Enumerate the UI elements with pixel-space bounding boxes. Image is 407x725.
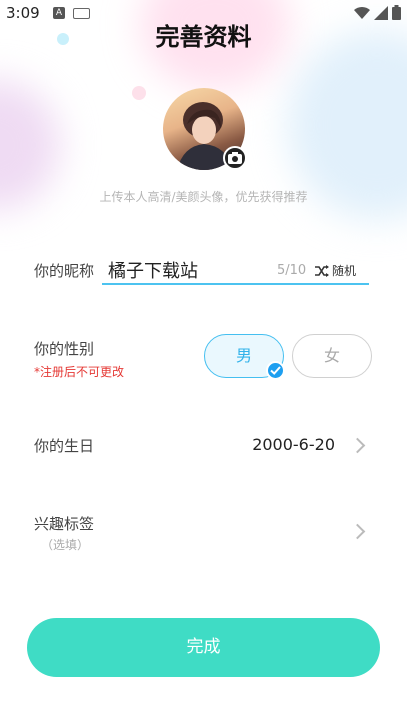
avatar-hint: 上传本人高清/美颜头像，优先获得推荐 [99,190,308,204]
gender-label: 你的性别 [34,340,95,358]
nickname-label: 你的昵称 [34,262,95,280]
shuffle-icon [315,264,329,277]
random-nickname-button[interactable]: 随机 [315,262,356,279]
avatar-upload[interactable] [163,88,247,170]
gender-female-button[interactable]: 女 [292,334,372,378]
birthday-label: 你的生日 [34,437,95,455]
done-button[interactable]: 完成 [27,618,380,677]
random-label: 随机 [332,264,357,278]
nickname-count: 5/10 [277,263,307,278]
camera-icon[interactable] [223,146,247,170]
nickname-underline [102,283,369,285]
page-title: 完善资料 [155,23,252,51]
birthday-value[interactable]: 2000-6-20 [252,435,335,454]
check-icon [266,361,285,380]
gender-note: *注册后不可更改 [34,365,125,379]
tags-optional-note: （选填） [41,538,90,552]
nickname-input[interactable]: 橘子下载站 [108,257,198,283]
pink-dot [132,86,146,100]
tags-label: 兴趣标签 [34,515,95,533]
